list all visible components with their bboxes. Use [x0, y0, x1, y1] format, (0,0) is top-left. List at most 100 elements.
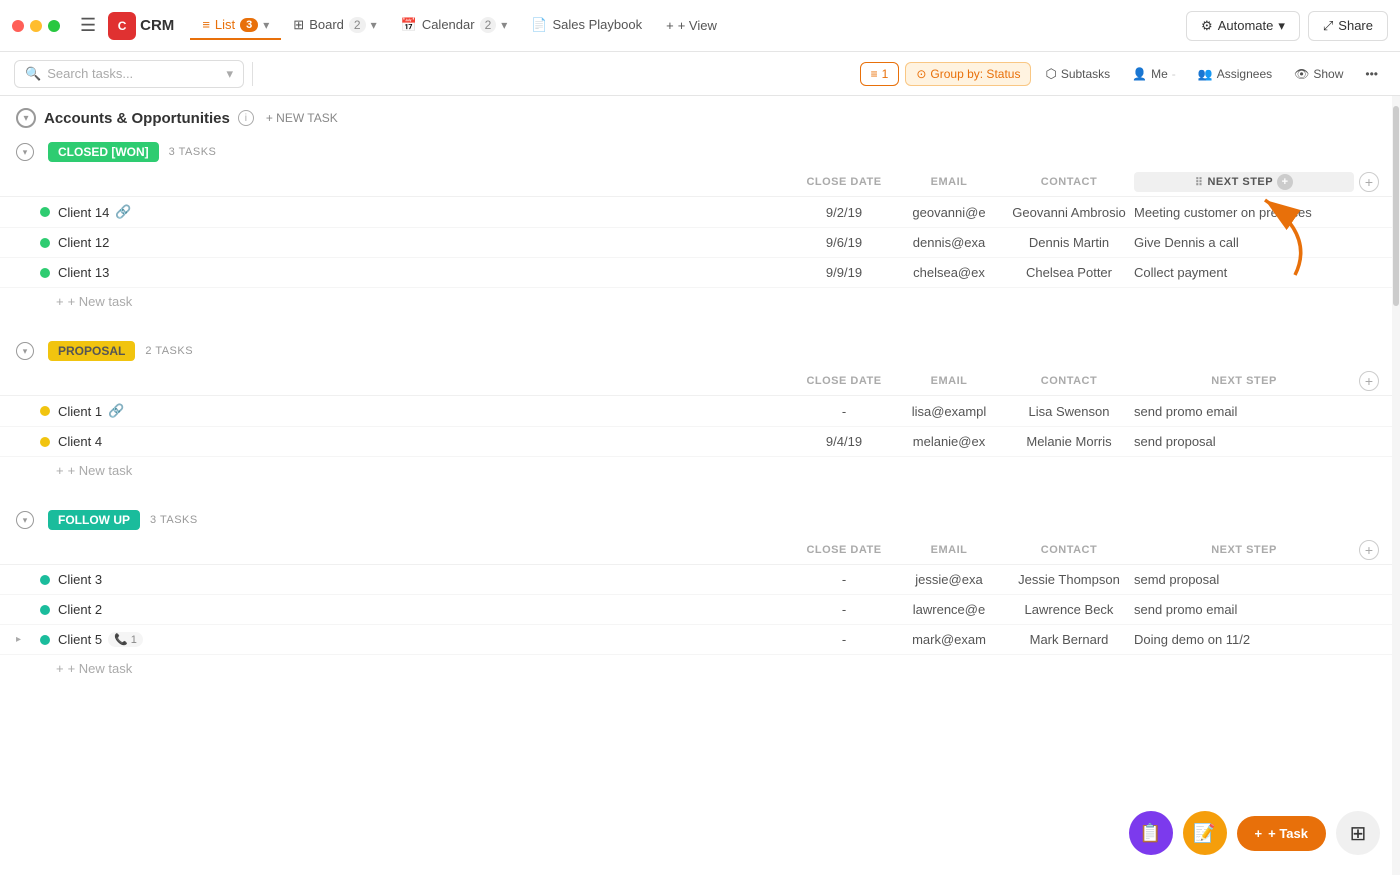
- group-count-follow-up: 3 TASKS: [150, 514, 198, 526]
- section-new-task-link[interactable]: + NEW TASK: [266, 111, 338, 125]
- share-button[interactable]: ⤢ Share: [1308, 11, 1388, 41]
- task-date: -: [794, 572, 894, 587]
- toolbar: 🔍 Search tasks... ▾ ≡ 1 ⊙ Group by: Stat…: [0, 52, 1400, 96]
- link-icon[interactable]: 🔗: [108, 403, 124, 419]
- tab-calendar[interactable]: 📅 Calendar 2 ▾: [389, 11, 520, 41]
- show-button[interactable]: 👁 Show: [1286, 63, 1351, 85]
- plus-icon: +: [56, 661, 64, 676]
- more-icon: •••: [1365, 67, 1378, 81]
- note-fab[interactable]: 📝: [1183, 811, 1227, 855]
- group-label-follow-up[interactable]: FOLLOW UP: [48, 510, 140, 530]
- col-add-header: +: [1354, 172, 1384, 192]
- automate-button[interactable]: ⚙ Automate ▾: [1186, 11, 1300, 41]
- section-collapse-button[interactable]: ▾: [16, 108, 36, 128]
- table-row: Client 3 - jessie@exa Jessie Thompson se…: [0, 565, 1400, 595]
- group-label-closed-won[interactable]: CLOSED [WON]: [48, 142, 159, 162]
- task-contact: Jessie Thompson: [1004, 572, 1134, 587]
- search-chevron: ▾: [226, 66, 233, 82]
- col-next-step-header: NEXT STEP: [1134, 375, 1354, 387]
- table-row: Client 4 9/4/19 melanie@ex Melanie Morri…: [0, 427, 1400, 457]
- task-contact: Geovanni Ambrosio: [1004, 205, 1134, 220]
- scrollbar-track[interactable]: [1392, 96, 1400, 875]
- share-icon: ⤢: [1323, 18, 1333, 34]
- new-task-row-proposal[interactable]: + + New task: [0, 457, 1400, 484]
- col-email-header: EMAIL: [894, 544, 1004, 556]
- clipboard-fab[interactable]: 📋: [1129, 811, 1173, 855]
- col-contact-header: CONTACT: [1004, 375, 1134, 387]
- group-label: Group by: Status: [930, 67, 1020, 81]
- task-email: lawrence@e: [894, 602, 1004, 617]
- task-name: Client 13: [50, 265, 794, 280]
- new-task-fab[interactable]: + + Task: [1237, 816, 1326, 851]
- col-headers-proposal: CLOSE DATE EMAIL CONTACT NEXT STEP +: [0, 367, 1400, 396]
- close-window-btn[interactable]: [12, 20, 24, 32]
- group-toggle-proposal[interactable]: ▾: [16, 342, 34, 360]
- main-content: ▾ Accounts & Opportunities i + NEW TASK …: [0, 96, 1400, 875]
- task-dot: [40, 238, 50, 248]
- top-nav-bar: ☰ C CRM ≡ List 3 ▾ ⊞ Board 2 ▾ 📅 Calenda…: [0, 0, 1400, 52]
- tab-sales-playbook[interactable]: 📄 Sales Playbook: [519, 11, 654, 41]
- add-column-button[interactable]: +: [1359, 540, 1379, 560]
- task-name: Client 14 🔗: [50, 204, 794, 220]
- filter-button[interactable]: ≡ 1: [860, 62, 900, 86]
- task-next-step: send promo email: [1134, 404, 1354, 419]
- note-icon: 📝: [1193, 823, 1215, 844]
- new-task-row-follow-up[interactable]: + + New task: [0, 655, 1400, 682]
- row-expand[interactable]: ▸: [16, 634, 40, 645]
- assignees-label: Assignees: [1217, 67, 1272, 81]
- subtasks-icon: ⬡: [1045, 66, 1056, 82]
- task-next-step: Give Dennis a call: [1134, 235, 1354, 250]
- task-name: Client 12: [50, 235, 794, 250]
- task-email: jessie@exa: [894, 572, 1004, 587]
- task-email: lisa@exampl: [894, 404, 1004, 419]
- col-email-header: EMAIL: [894, 375, 1004, 387]
- search-box[interactable]: 🔍 Search tasks... ▾: [14, 60, 244, 88]
- section-info-icon[interactable]: i: [238, 110, 254, 126]
- group-count-proposal: 2 TASKS: [145, 345, 193, 357]
- task-contact: Lisa Swenson: [1004, 404, 1134, 419]
- add-view-button[interactable]: + + View: [654, 12, 729, 39]
- hamburger-menu-icon[interactable]: ☰: [72, 11, 104, 40]
- task-date: -: [794, 404, 894, 419]
- grid-fab[interactable]: ⊞: [1336, 811, 1380, 855]
- automate-icon: ⚙: [1201, 18, 1213, 34]
- tab-playbook-label: Sales Playbook: [552, 17, 642, 32]
- col-headers-closed-won: CLOSE DATE EMAIL CONTACT ⠿ NEXT STEP + +: [0, 168, 1400, 197]
- link-icon[interactable]: 🔗: [115, 204, 131, 220]
- task-dot: [40, 635, 50, 645]
- tab-list-label: List: [215, 17, 235, 32]
- table-row: Client 13 9/9/19 chelsea@ex Chelsea Pott…: [0, 258, 1400, 288]
- section-title: Accounts & Opportunities: [44, 110, 230, 127]
- more-options-button[interactable]: •••: [1357, 63, 1386, 85]
- minimize-window-btn[interactable]: [30, 20, 42, 32]
- assignees-icon: 👥: [1198, 67, 1213, 81]
- new-task-row-closed-won[interactable]: + + New task: [0, 288, 1400, 315]
- col-contact-header: CONTACT: [1004, 176, 1134, 188]
- share-label: Share: [1338, 18, 1373, 33]
- task-email: mark@exam: [894, 632, 1004, 647]
- tab-list[interactable]: ≡ List 3 ▾: [190, 11, 281, 40]
- calendar-icon: 📅: [401, 17, 417, 33]
- maximize-window-btn[interactable]: [48, 20, 60, 32]
- group-toggle-follow-up[interactable]: ▾: [16, 511, 34, 529]
- scrollbar-thumb[interactable]: [1393, 106, 1399, 306]
- col-add-header: +: [1354, 540, 1384, 560]
- group-toggle-closed-won[interactable]: ▾: [16, 143, 34, 161]
- assignees-button[interactable]: 👥 Assignees: [1190, 63, 1280, 85]
- app-icon: C: [108, 12, 136, 40]
- group-header-closed-won: ▾ CLOSED [WON] 3 TASKS: [0, 136, 1400, 168]
- group-by-button[interactable]: ⊙ Group by: Status: [905, 62, 1031, 86]
- fab-area: 📋 📝 + + Task ⊞: [1129, 811, 1380, 855]
- tab-board[interactable]: ⊞ Board 2 ▾: [281, 11, 388, 41]
- board-icon: ⊞: [293, 17, 304, 33]
- col-date-header: CLOSE DATE: [794, 375, 894, 387]
- add-column-button[interactable]: +: [1359, 371, 1379, 391]
- subtasks-button[interactable]: ⬡ Subtasks: [1037, 62, 1118, 86]
- group-label-proposal[interactable]: PROPOSAL: [48, 341, 135, 361]
- add-column-button[interactable]: +: [1359, 172, 1379, 192]
- task-contact: Dennis Martin: [1004, 235, 1134, 250]
- drag-handle-header: ⠿: [1195, 176, 1204, 189]
- next-step-add-icon[interactable]: +: [1277, 174, 1293, 190]
- task-next-step: send proposal: [1134, 434, 1354, 449]
- me-button[interactable]: 👤 Me -: [1124, 63, 1184, 85]
